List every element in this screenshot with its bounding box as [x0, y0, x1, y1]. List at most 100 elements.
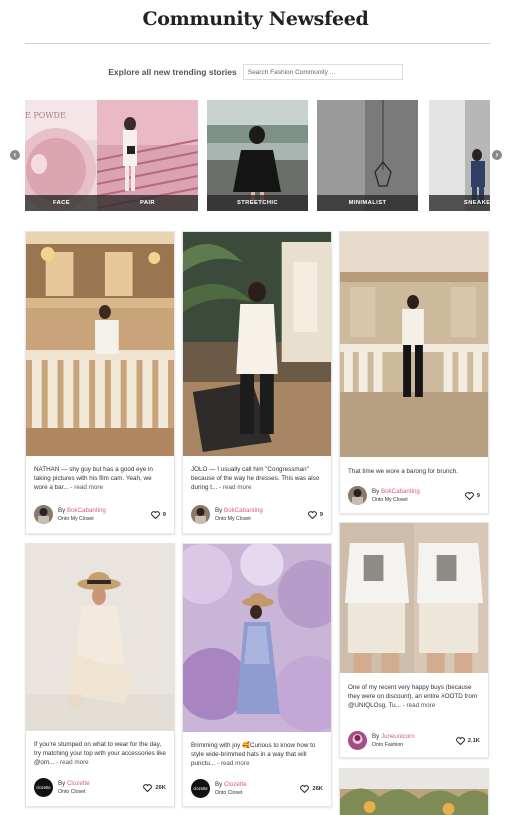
avatar[interactable] — [348, 731, 367, 750]
category-sneaker[interactable]: SNEAKER — [429, 100, 490, 211]
header-divider — [25, 43, 490, 44]
post-footer: clozette By Clozette Onto Closet 26K — [191, 779, 323, 799]
post-byline: By BokCabanting — [58, 507, 106, 514]
username-link[interactable]: BokCabanting — [381, 488, 420, 495]
closet-label[interactable]: Onto Closet — [215, 790, 242, 796]
post-footer: clozette By Clozette Onto Closet 26K — [34, 778, 166, 798]
post-footer: By BokCabanting Onto My Closet 9 — [34, 505, 166, 525]
category-carousel: E POWDE FACE PAIR STREETCHIC MINIMALIST … — [25, 100, 490, 211]
post-image — [340, 232, 488, 457]
post-footer: By BokCabanting Onto My Closet 9 — [348, 486, 480, 506]
closet-label[interactable]: Onto Closet — [58, 789, 85, 795]
read-more-link[interactable]: - read more — [70, 484, 103, 491]
like-count: 9 — [162, 512, 166, 518]
like-count: 2.1K — [467, 738, 480, 744]
like-count: 26K — [312, 786, 323, 792]
like-button[interactable]: 26K — [300, 785, 323, 793]
category-label: MINIMALIST — [317, 195, 418, 211]
avatar[interactable] — [34, 505, 53, 524]
by-label: By — [372, 488, 380, 495]
avatar[interactable]: clozette — [34, 778, 53, 797]
heart-icon — [307, 511, 317, 519]
heart-icon — [455, 737, 465, 745]
explore-label: Explore all new trending stories — [108, 67, 237, 77]
closet-label[interactable]: Onto My Closet — [58, 516, 94, 522]
post-caption: That time we wore a barong for brunch. — [348, 467, 480, 476]
category-label: PAIR — [97, 195, 198, 211]
post-photo[interactable] — [26, 544, 174, 731]
like-button[interactable]: 9 — [464, 492, 480, 500]
page-title: Community Newsfeed — [142, 8, 369, 30]
by-label: By — [58, 780, 66, 787]
caption-text: JOLO — I usually call him "Congressman" … — [191, 466, 320, 491]
explore-bar: Explore all new trending stories — [0, 64, 511, 80]
svg-text:E POWDE: E POWDE — [25, 111, 66, 120]
search-input[interactable] — [242, 64, 403, 80]
like-button[interactable]: 26K — [143, 784, 166, 792]
category-label: STREETCHIC — [207, 195, 308, 211]
chevron-right-icon[interactable]: › — [492, 150, 502, 160]
category-label: SNEAKER — [429, 195, 490, 211]
post-image — [183, 544, 331, 732]
post-card[interactable] — [339, 768, 489, 815]
read-more-link[interactable]: - read more — [219, 484, 252, 491]
post-image — [26, 232, 174, 456]
heart-icon — [143, 784, 153, 792]
post-photo[interactable] — [340, 232, 488, 457]
heart-icon — [300, 785, 310, 793]
post-card[interactable]: One of my recent very happy buys (becaus… — [339, 522, 489, 758]
like-button[interactable]: 9 — [307, 511, 323, 519]
post-caption: One of my recent very happy buys (becaus… — [348, 683, 480, 710]
post-byline: By BokCabanting — [372, 488, 420, 495]
post-photo[interactable] — [183, 232, 331, 456]
closet-label[interactable]: Onto Fashion — [372, 742, 403, 748]
read-more-link[interactable]: - read more — [56, 759, 89, 766]
read-more-link[interactable]: - read more — [403, 702, 436, 709]
post-photo[interactable] — [340, 523, 488, 673]
post-footer: By BokCabanting Onto My Closet 9 — [191, 505, 323, 525]
caption-text: That time we wore a barong for brunch. — [348, 468, 458, 475]
category-minimalist[interactable]: MINIMALIST — [317, 100, 418, 211]
like-count: 9 — [319, 512, 323, 518]
username-link[interactable]: Clozette — [224, 781, 247, 788]
post-image — [340, 523, 488, 673]
heart-icon — [150, 511, 160, 519]
category-streetchic[interactable]: STREETCHIC — [207, 100, 308, 211]
post-card[interactable]: Brimming with joy 🥰Curious to know how t… — [182, 543, 332, 807]
post-card[interactable]: If you're stumped on what to wear for th… — [25, 543, 175, 807]
closet-label[interactable]: Onto My Closet — [215, 516, 251, 522]
post-caption: JOLO — I usually call him "Congressman" … — [191, 465, 323, 492]
post-byline: By BokCabanting — [215, 507, 263, 514]
username-link[interactable]: BokCabanting — [224, 507, 263, 514]
like-button[interactable]: 9 — [150, 511, 166, 519]
like-button[interactable]: 2.1K — [455, 737, 480, 745]
caption-text: Brimming with joy 🥰Curious to know how t… — [191, 742, 316, 767]
chevron-left-icon[interactable]: ‹ — [10, 150, 20, 160]
post-card[interactable]: JOLO — I usually call him "Congressman" … — [182, 231, 332, 534]
post-card[interactable]: That time we wore a barong for brunch. B… — [339, 231, 489, 514]
post-byline: By Clozette — [215, 781, 247, 788]
closet-label[interactable]: Onto My Closet — [372, 497, 408, 503]
by-label: By — [372, 733, 380, 740]
username-link[interactable]: Juneunicorn — [381, 733, 415, 740]
post-card[interactable]: NATHAN — shy guy but has a good eye in t… — [25, 231, 175, 534]
by-label: By — [58, 507, 66, 514]
avatar[interactable] — [191, 505, 210, 524]
post-photo[interactable] — [340, 769, 488, 815]
post-image — [26, 544, 174, 731]
username-link[interactable]: BokCabanting — [67, 507, 106, 514]
caption-text: If you're stumped on what to wear for th… — [34, 741, 166, 766]
avatar[interactable]: clozette — [191, 779, 210, 798]
heart-icon — [464, 492, 474, 500]
avatar[interactable] — [348, 486, 367, 505]
post-footer: By Juneunicorn Onto Fashion 2.1K — [348, 731, 480, 751]
post-image — [183, 232, 331, 456]
post-image — [340, 769, 488, 815]
read-more-link[interactable]: - read more — [217, 760, 250, 767]
category-pair[interactable]: PAIR — [97, 100, 198, 211]
post-caption: NATHAN — shy guy but has a good eye in t… — [34, 465, 166, 492]
post-photo[interactable] — [183, 544, 331, 732]
username-link[interactable]: Clozette — [67, 780, 90, 787]
post-photo[interactable] — [26, 232, 174, 456]
post-caption: If you're stumped on what to wear for th… — [34, 740, 166, 767]
